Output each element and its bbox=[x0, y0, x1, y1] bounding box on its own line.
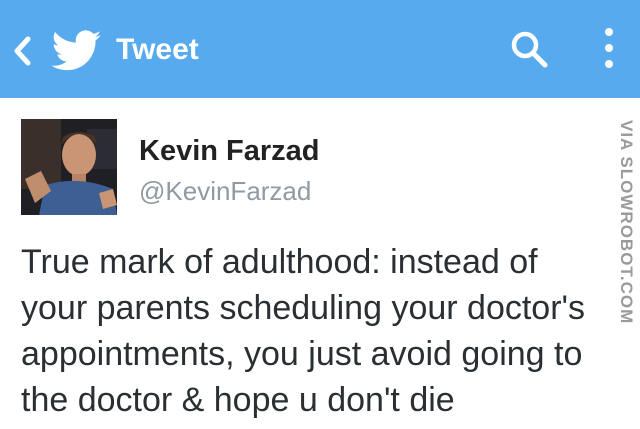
search-icon bbox=[511, 31, 548, 68]
tweet-text-line: True mark of adulthood: instead of bbox=[21, 243, 538, 281]
tweet-text-line: appointments, you just avoid going to bbox=[21, 335, 583, 373]
tweet-text-line: your parents scheduling your doctor's bbox=[21, 289, 586, 327]
back-button[interactable] bbox=[8, 30, 108, 72]
app-bar: Tweet bbox=[0, 0, 640, 98]
tweet-text: True mark of adulthood: instead of your … bbox=[21, 239, 621, 423]
overflow-menu-button[interactable] bbox=[596, 26, 622, 72]
watermark: VIA SLOWROBOT.COM bbox=[616, 120, 640, 429]
watermark-text: VIA SLOWROBOT.COM bbox=[617, 120, 636, 325]
more-vertical-icon bbox=[605, 28, 613, 68]
author-handle[interactable]: @KevinFarzad bbox=[139, 175, 311, 207]
avatar-photo bbox=[21, 119, 117, 215]
appbar-title: Tweet bbox=[116, 33, 199, 66]
tweet-card: Kevin Farzad @KevinFarzad True mark of a… bbox=[0, 98, 640, 429]
author-name[interactable]: Kevin Farzad bbox=[139, 134, 320, 168]
avatar[interactable] bbox=[21, 119, 117, 215]
search-button[interactable] bbox=[508, 28, 552, 72]
chevron-left-icon bbox=[14, 36, 31, 66]
twitter-bird-icon bbox=[52, 30, 102, 71]
tweet-screen: Tweet Kevin Farzad @KevinFarzad True mar… bbox=[0, 0, 640, 429]
tweet-text-line: the doctor & hope u don't die bbox=[21, 381, 455, 419]
